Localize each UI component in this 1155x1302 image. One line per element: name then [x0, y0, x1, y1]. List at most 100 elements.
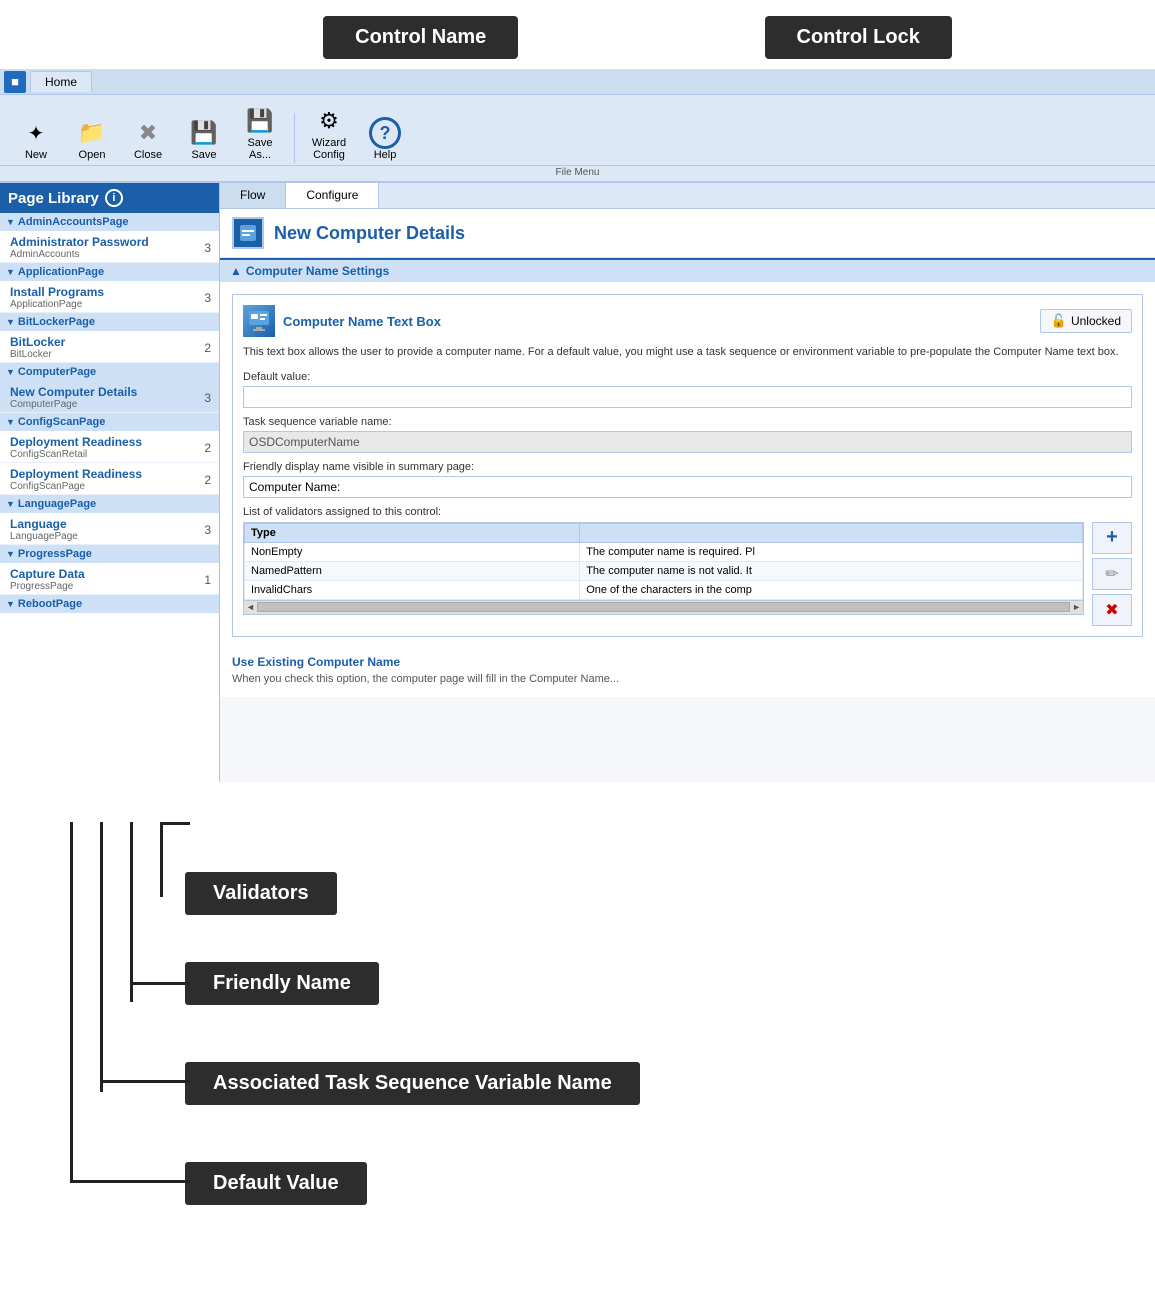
- sidebar-header: Page Library i: [0, 183, 219, 213]
- add-validator-button[interactable]: +: [1092, 522, 1132, 554]
- annotation-default-value-box: Default Value: [185, 1162, 367, 1205]
- ribbon-btn-help-label: Help: [374, 149, 397, 161]
- task-seq-row: Task sequence variable name:: [243, 416, 1132, 453]
- validator-desc-2: One of the characters in the comp: [580, 580, 1083, 599]
- scroll-right-arrow[interactable]: ►: [1072, 602, 1081, 612]
- table-row[interactable]: NonEmpty The computer name is required. …: [245, 542, 1083, 561]
- annotation-control-name: Control Name: [323, 16, 518, 59]
- sidebar-item-language[interactable]: Language LanguagePage 3: [0, 513, 219, 545]
- section-title: Computer Name Settings: [246, 264, 389, 278]
- control-card: Computer Name Text Box 🔓 Unlocked This t…: [232, 294, 1143, 636]
- ribbon-btn-open[interactable]: 📁 Open: [66, 113, 118, 163]
- validator-type-0: NonEmpty: [245, 542, 580, 561]
- sidebar-group-app-label: ApplicationPage: [18, 266, 104, 278]
- task-seq-label: Task sequence variable name:: [243, 416, 1132, 428]
- sidebar-group-admin[interactable]: ▼ AdminAccountsPage: [0, 213, 219, 231]
- edit-icon: ✏: [1105, 564, 1118, 584]
- save-as-icon: 💾: [244, 105, 276, 137]
- validators-buttons: + ✏ ✖: [1092, 522, 1132, 626]
- section-collapse-arrow: ▲: [230, 264, 242, 278]
- default-value-label: Default value:: [243, 371, 1132, 383]
- sidebar-item-bitlocker[interactable]: BitLocker BitLocker 2: [0, 331, 219, 363]
- sidebar-group-bitlocker[interactable]: ▼ BitLockerPage: [0, 313, 219, 331]
- sidebar-group-configscan-label: ConfigScanPage: [18, 416, 105, 428]
- validator-type-1: NamedPattern: [245, 561, 580, 580]
- ribbon-btn-close[interactable]: ✖ Close: [122, 113, 174, 163]
- ribbon-btn-new[interactable]: ✦ New: [10, 113, 62, 163]
- sidebar-group-computer[interactable]: ▼ ComputerPage: [0, 363, 219, 381]
- ribbon: ■ Home ✦ New 📁 Open ✖ Close 💾 Save 💾 Sav…: [0, 69, 1155, 182]
- ann-line-task-v: [100, 822, 103, 1092]
- validators-label: List of validators assigned to this cont…: [243, 506, 1132, 518]
- sidebar-item-deploy-ready-1[interactable]: Deployment Readiness ConfigScanRetail 2: [0, 431, 219, 463]
- sidebar-group-configscan[interactable]: ▼ ConfigScanPage: [0, 413, 219, 431]
- ribbon-btn-save[interactable]: 💾 Save: [178, 113, 230, 163]
- delete-validator-button[interactable]: ✖: [1092, 594, 1132, 626]
- lock-badge[interactable]: 🔓 Unlocked: [1040, 309, 1132, 333]
- content-body[interactable]: New Computer Details ▲ Computer Name Set…: [220, 209, 1155, 782]
- sidebar-group-admin-label: AdminAccountsPage: [18, 216, 129, 228]
- horizontal-scrollbar[interactable]: ◄ ►: [244, 600, 1083, 614]
- use-existing-link[interactable]: Use Existing Computer Name: [232, 649, 1143, 673]
- save-icon: 💾: [188, 117, 220, 149]
- open-icon: 📁: [76, 117, 108, 149]
- info-icon[interactable]: i: [105, 189, 123, 207]
- annotation-container: Validators Friendly Name Associated Task…: [0, 822, 1155, 1282]
- ann-line-validators-h: [160, 822, 190, 825]
- add-icon: +: [1106, 526, 1118, 549]
- validators-layout: Type NonEmpty The computer name is requ: [243, 522, 1132, 626]
- table-row[interactable]: NamedPattern The computer name is not va…: [245, 561, 1083, 580]
- section-header[interactable]: ▲ Computer Name Settings: [220, 260, 1155, 282]
- content-tabs: Flow Configure: [220, 183, 1155, 209]
- control-name: Computer Name Text Box: [283, 314, 441, 329]
- office-button[interactable]: ■: [4, 71, 26, 93]
- ann-line-friendly-h: [130, 982, 190, 985]
- sidebar-group-computer-label: ComputerPage: [18, 366, 96, 378]
- lock-icon: 🔓: [1051, 313, 1067, 329]
- control-icon: [243, 305, 275, 337]
- sidebar-group-language-label: LanguagePage: [18, 498, 96, 510]
- friendly-name-label: Friendly display name visible in summary…: [243, 461, 1132, 473]
- default-value-row: Default value:: [243, 371, 1132, 408]
- bottom-annotations: Validators Friendly Name Associated Task…: [0, 782, 1155, 1302]
- sidebar-title: Page Library: [8, 190, 99, 207]
- ribbon-tab-home[interactable]: Home: [30, 71, 92, 92]
- edit-validator-button[interactable]: ✏: [1092, 558, 1132, 590]
- tab-flow[interactable]: Flow: [220, 183, 286, 208]
- content-area: Flow Configure New Computer Details ▲ Co…: [220, 183, 1155, 782]
- sidebar-scroll[interactable]: ▼ AdminAccountsPage Administrator Passwo…: [0, 213, 219, 780]
- ribbon-btn-help[interactable]: ? Help: [359, 113, 411, 163]
- table-row[interactable]: InvalidChars One of the characters in th…: [245, 580, 1083, 599]
- sidebar-group-language[interactable]: ▼ LanguagePage: [0, 495, 219, 513]
- ribbon-body: ✦ New 📁 Open ✖ Close 💾 Save 💾 SaveAs... …: [0, 95, 1155, 165]
- sidebar-item-admin-password-name: Administrator Password: [10, 235, 149, 249]
- tab-configure[interactable]: Configure: [286, 183, 379, 208]
- control-description: This text box allows the user to provide…: [243, 345, 1132, 360]
- sidebar-item-new-computer[interactable]: New Computer Details ComputerPage 3: [0, 381, 219, 413]
- scroll-left-arrow[interactable]: ◄: [246, 602, 255, 612]
- sidebar-item-install-programs[interactable]: Install Programs ApplicationPage 3: [0, 281, 219, 313]
- default-value-input[interactable]: [243, 386, 1132, 408]
- control-card-title: Computer Name Text Box: [243, 305, 441, 337]
- sidebar-group-progress[interactable]: ▼ ProgressPage: [0, 545, 219, 563]
- close-icon: ✖: [132, 117, 164, 149]
- page-title: New Computer Details: [274, 223, 465, 244]
- annotation-friendly-name-box: Friendly Name: [185, 962, 379, 1005]
- ribbon-btn-new-label: New: [25, 149, 47, 161]
- ribbon-btn-save-label: Save: [191, 149, 216, 161]
- sidebar-item-admin-password[interactable]: Administrator Password AdminAccounts 3: [0, 231, 219, 263]
- main-layout: Page Library i ▼ AdminAccountsPage Admin…: [0, 182, 1155, 782]
- friendly-name-input[interactable]: [243, 476, 1132, 498]
- validators-col-type: Type: [245, 523, 580, 542]
- ribbon-btn-save-as[interactable]: 💾 SaveAs...: [234, 101, 286, 163]
- sidebar-item-deploy-ready-2[interactable]: Deployment Readiness ConfigScanPage 2: [0, 463, 219, 495]
- sidebar-group-app[interactable]: ▼ ApplicationPage: [0, 263, 219, 281]
- page-title-bar: New Computer Details: [220, 209, 1155, 258]
- ribbon-btn-wizard[interactable]: ⚙ WizardConfig: [303, 101, 355, 163]
- friendly-name-row: Friendly display name visible in summary…: [243, 461, 1132, 498]
- sidebar-group-reboot[interactable]: ▼ RebootPage: [0, 595, 219, 613]
- sidebar-item-admin-count: 3: [204, 241, 211, 255]
- new-icon: ✦: [20, 117, 52, 149]
- sidebar-item-capture[interactable]: Capture Data ProgressPage 1: [0, 563, 219, 595]
- sidebar-group-bitlocker-label: BitLockerPage: [18, 316, 95, 328]
